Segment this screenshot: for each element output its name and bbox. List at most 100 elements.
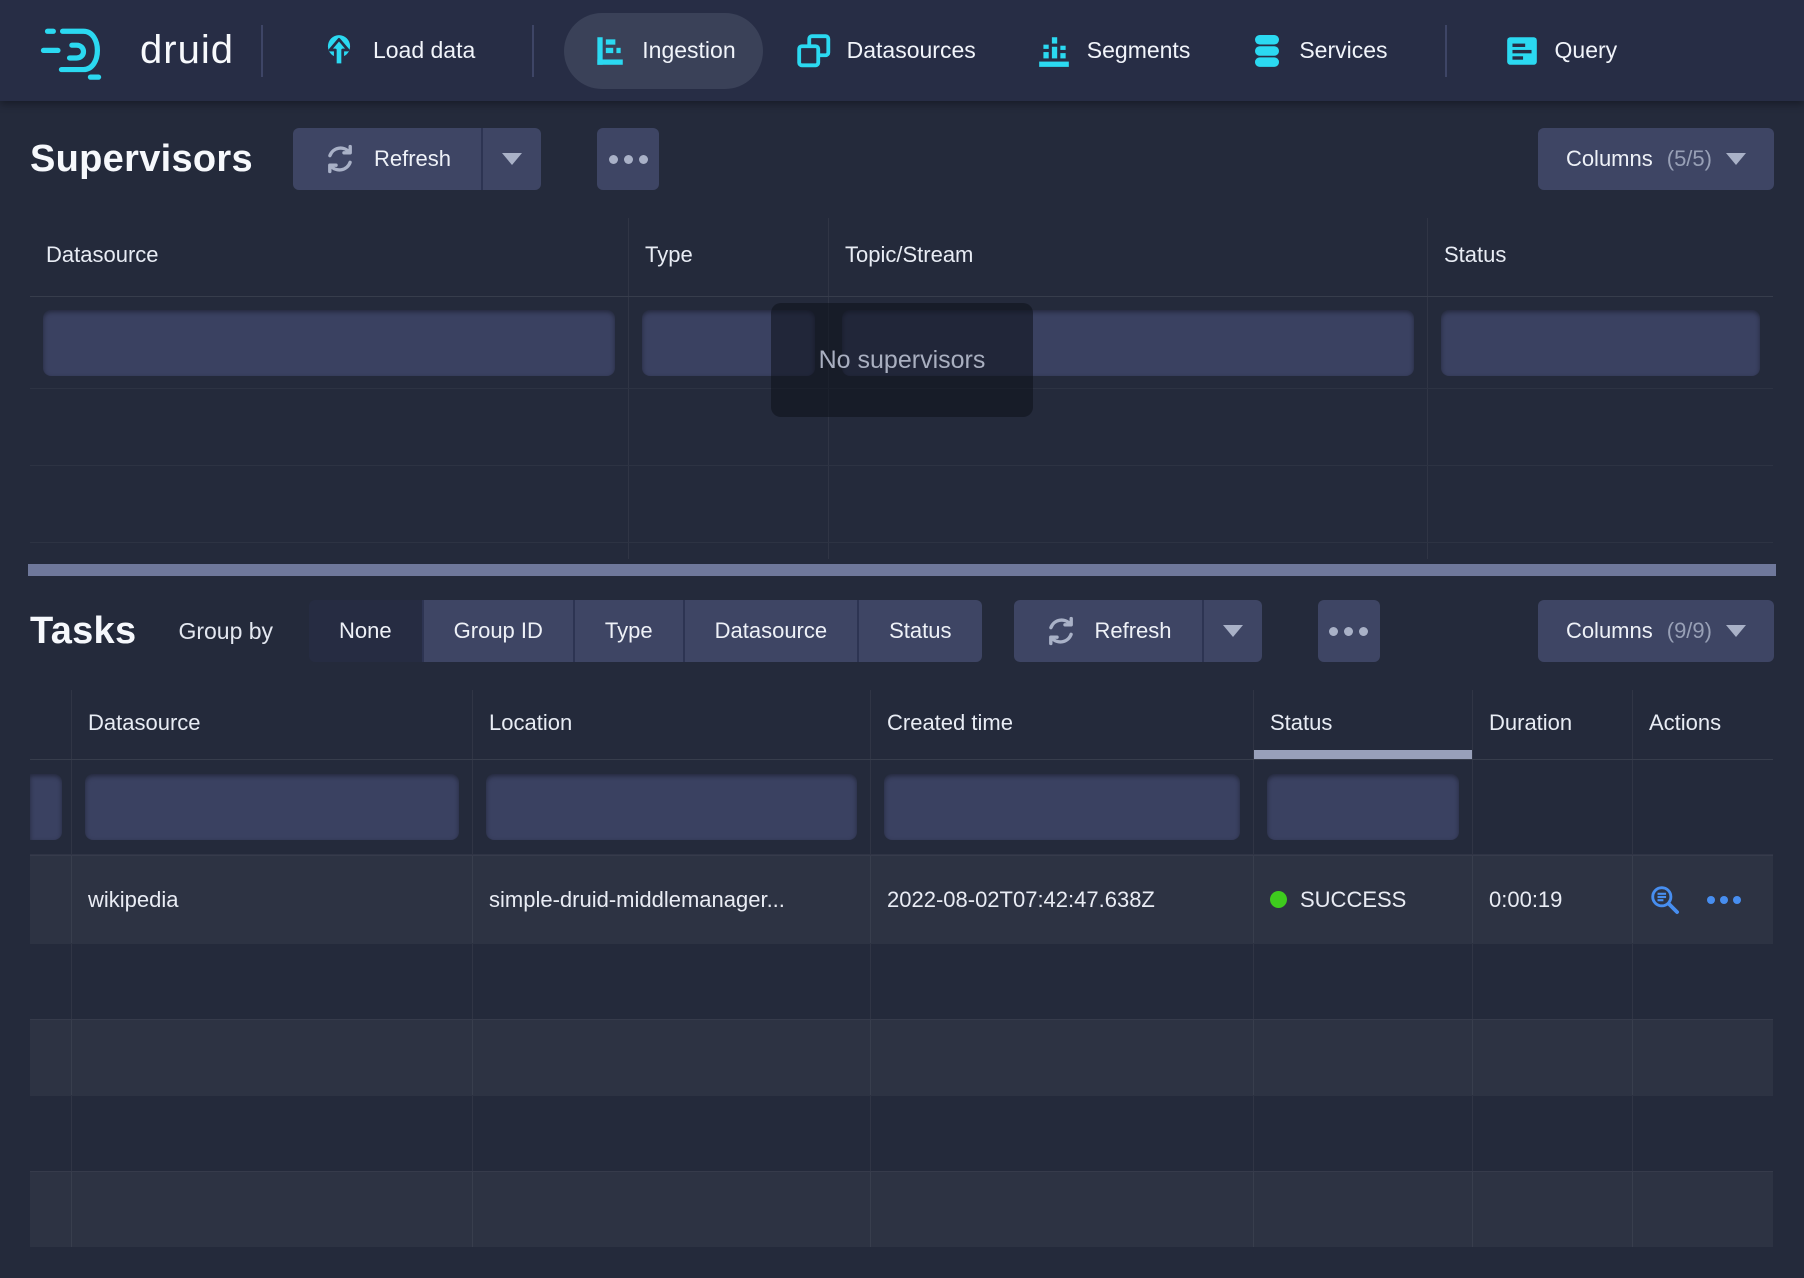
column-header-datasource[interactable]: Datasource bbox=[30, 218, 629, 296]
group-by-none-button[interactable]: None bbox=[309, 600, 424, 662]
nav-query[interactable]: Query bbox=[1477, 13, 1645, 89]
columns-label: Columns bbox=[1566, 618, 1653, 644]
brand-name: druid bbox=[140, 28, 234, 73]
nav-divider bbox=[532, 25, 534, 77]
more-icon bbox=[1329, 627, 1338, 636]
datasource-filter-input[interactable] bbox=[43, 310, 615, 376]
nav-item-label: Query bbox=[1555, 37, 1618, 64]
tasks-refresh-button[interactable]: Refresh bbox=[1014, 600, 1202, 662]
empty-row bbox=[30, 1019, 1773, 1095]
supervisors-more-button[interactable] bbox=[597, 128, 659, 190]
column-header-datasource[interactable]: Datasource bbox=[72, 690, 473, 759]
datasources-icon bbox=[796, 33, 832, 69]
services-icon bbox=[1250, 32, 1284, 70]
group-by-status-button[interactable]: Status bbox=[859, 600, 981, 662]
tasks-controls: Tasks Group by None Group ID Type Dataso… bbox=[30, 600, 1774, 662]
empty-row bbox=[30, 465, 1773, 542]
created-time-filter-input[interactable] bbox=[884, 774, 1240, 840]
tasks-more-button[interactable] bbox=[1318, 600, 1380, 662]
no-supervisors-message: No supervisors bbox=[771, 303, 1033, 417]
druid-console: druid Load data Ingestion bbox=[0, 0, 1804, 1278]
columns-count: (9/9) bbox=[1667, 618, 1712, 644]
chevron-down-icon bbox=[1726, 625, 1746, 637]
task-row[interactable]: wikipedia simple-druid-middlemanager... … bbox=[30, 855, 1773, 943]
supervisors-controls: Supervisors Refresh Columns (5/5 bbox=[30, 128, 1774, 190]
column-header-type[interactable]: Type bbox=[629, 218, 829, 296]
supervisors-title: Supervisors bbox=[30, 138, 253, 181]
nav-item-label: Services bbox=[1299, 37, 1387, 64]
tasks-filter-row bbox=[30, 760, 1773, 855]
empty-row bbox=[30, 1095, 1773, 1171]
nav-services[interactable]: Services bbox=[1223, 13, 1414, 89]
success-status-icon bbox=[1270, 891, 1287, 908]
nav-item-label: Segments bbox=[1087, 37, 1191, 64]
upload-icon bbox=[320, 32, 358, 70]
column-header-created-time[interactable]: Created time bbox=[871, 690, 1254, 759]
tasks-refresh-group: Refresh bbox=[1014, 600, 1262, 662]
datasource-filter-input[interactable] bbox=[85, 774, 459, 840]
supervisors-table-header: Datasource Type Topic/Stream Status bbox=[30, 218, 1773, 297]
column-header-status[interactable]: Status bbox=[1254, 690, 1473, 759]
column-header-location[interactable]: Location bbox=[473, 690, 871, 759]
group-by-button-group: None Group ID Type Datasource Status bbox=[309, 600, 981, 662]
task-status: SUCCESS bbox=[1254, 856, 1473, 943]
empty-row bbox=[30, 542, 1773, 559]
task-actions-more-icon[interactable] bbox=[1707, 896, 1741, 904]
nav-datasources[interactable]: Datasources bbox=[769, 13, 1003, 89]
empty-row bbox=[30, 943, 1773, 1019]
tasks-title: Tasks bbox=[30, 610, 136, 653]
nav-item-label: Ingestion bbox=[642, 37, 735, 64]
task-location: simple-druid-middlemanager... bbox=[473, 856, 871, 943]
group-by-label: Group by bbox=[178, 618, 273, 645]
columns-count: (5/5) bbox=[1667, 146, 1712, 172]
refresh-icon bbox=[1044, 614, 1078, 648]
druid-logo-icon bbox=[38, 22, 122, 80]
segments-icon bbox=[1036, 33, 1072, 69]
column-header-duration[interactable]: Duration bbox=[1473, 690, 1633, 759]
inspect-magnifier-icon[interactable] bbox=[1649, 884, 1681, 916]
column-header-actions[interactable]: Actions bbox=[1633, 690, 1773, 759]
status-filter-input[interactable] bbox=[1267, 774, 1459, 840]
tasks-refresh-dropdown-button[interactable] bbox=[1202, 600, 1262, 662]
location-filter-input[interactable] bbox=[486, 774, 857, 840]
group-by-type-button[interactable]: Type bbox=[575, 600, 685, 662]
task-created-time: 2022-08-02T07:42:47.638Z bbox=[871, 856, 1254, 943]
brand[interactable]: druid bbox=[38, 22, 234, 80]
supervisors-columns-button[interactable]: Columns (5/5) bbox=[1538, 128, 1774, 190]
sort-indicator bbox=[1254, 750, 1472, 759]
nav-item-label: Load data bbox=[373, 37, 475, 64]
tasks-table: Datasource Location Created time Status … bbox=[30, 690, 1773, 1248]
nav-item-label: Datasources bbox=[847, 37, 976, 64]
tasks-table-header: Datasource Location Created time Status … bbox=[30, 690, 1773, 760]
nav-divider bbox=[261, 25, 263, 77]
refresh-icon bbox=[323, 142, 357, 176]
nav-ingestion[interactable]: Ingestion bbox=[564, 13, 762, 89]
supervisors-refresh-dropdown-button[interactable] bbox=[481, 128, 541, 190]
chevron-down-icon bbox=[502, 153, 522, 165]
refresh-label: Refresh bbox=[1095, 618, 1172, 644]
more-icon bbox=[609, 155, 618, 164]
status-filter-input[interactable] bbox=[1441, 310, 1760, 376]
nav-divider bbox=[1445, 25, 1447, 77]
task-datasource: wikipedia bbox=[72, 856, 473, 943]
refresh-label: Refresh bbox=[374, 146, 451, 172]
chevron-down-icon bbox=[1726, 153, 1746, 165]
column-header-clipped[interactable] bbox=[30, 690, 72, 759]
columns-label: Columns bbox=[1566, 146, 1653, 172]
ingestion-icon bbox=[591, 33, 627, 69]
column-header-topic-stream[interactable]: Topic/Stream bbox=[829, 218, 1428, 296]
clipped-filter-input[interactable] bbox=[30, 774, 62, 840]
chevron-down-icon bbox=[1223, 625, 1243, 637]
group-by-group-id-button[interactable]: Group ID bbox=[424, 600, 575, 662]
group-by-datasource-button[interactable]: Datasource bbox=[685, 600, 860, 662]
navbar: druid Load data Ingestion bbox=[0, 0, 1804, 101]
column-header-status[interactable]: Status bbox=[1428, 218, 1773, 296]
supervisors-refresh-button[interactable]: Refresh bbox=[293, 128, 481, 190]
task-duration: 0:00:19 bbox=[1473, 856, 1633, 943]
tasks-columns-button[interactable]: Columns (9/9) bbox=[1538, 600, 1774, 662]
horizontal-scrollbar[interactable] bbox=[28, 564, 1776, 576]
nav-load-data[interactable]: Load data bbox=[293, 13, 502, 89]
supervisors-refresh-group: Refresh bbox=[293, 128, 541, 190]
query-icon bbox=[1504, 33, 1540, 69]
nav-segments[interactable]: Segments bbox=[1009, 13, 1218, 89]
